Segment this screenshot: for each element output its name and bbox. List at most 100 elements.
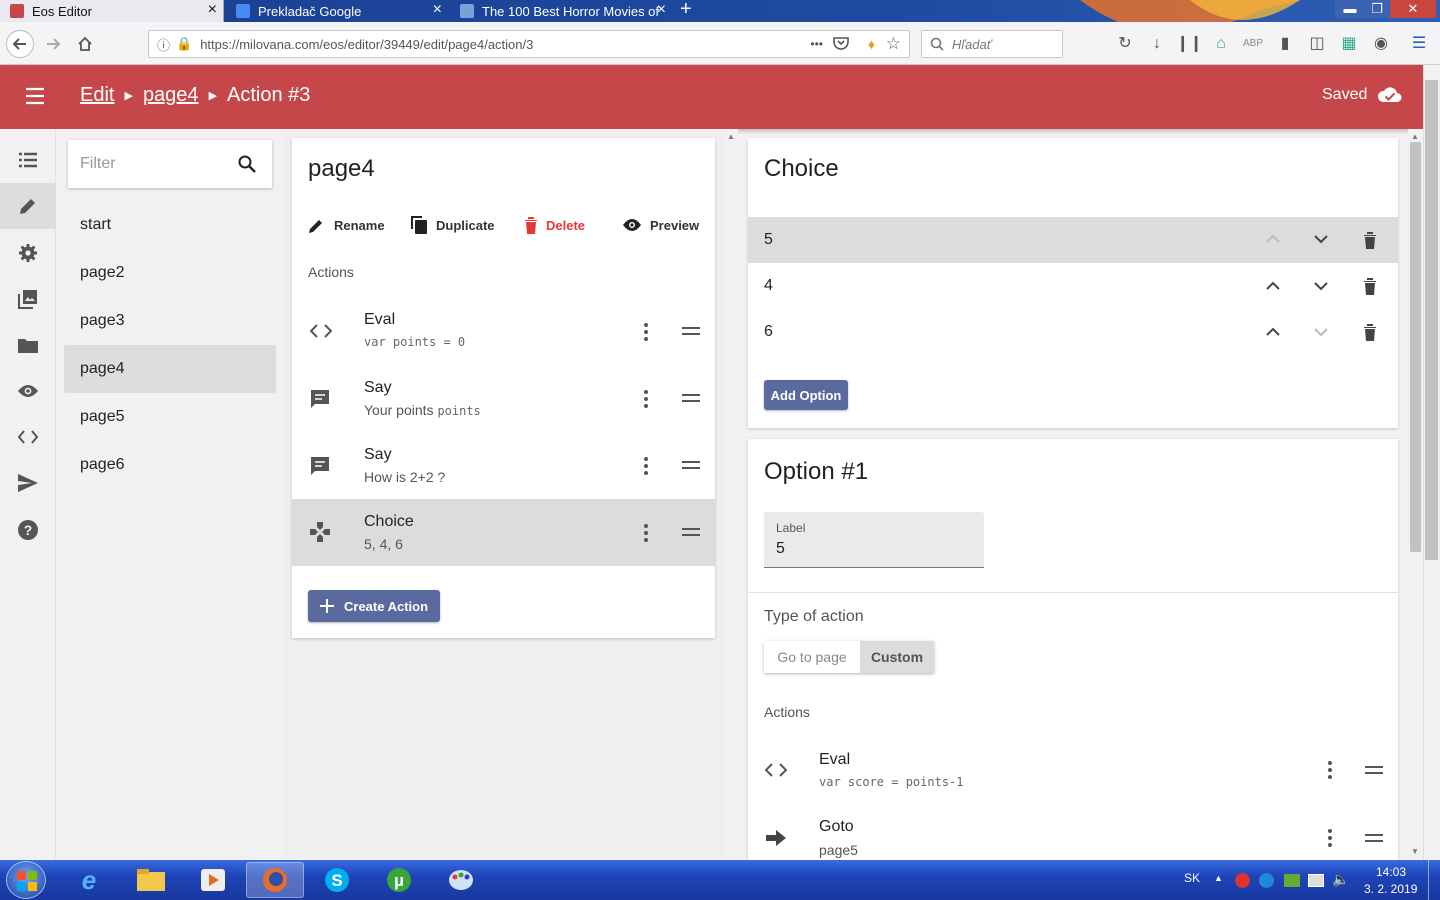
middle-scrollbar[interactable] — [724, 129, 738, 859]
home-button[interactable] — [72, 30, 98, 58]
breadcrumb-edit-link[interactable]: Edit — [80, 84, 114, 107]
trash-icon[interactable] — [1363, 277, 1377, 295]
option-action-row[interactable]: Goto page5 — [748, 806, 1398, 860]
choice-option-row[interactable]: 6 — [748, 309, 1398, 355]
option-action-row[interactable]: Eval var score = points-1 — [748, 738, 1398, 805]
page-item-page3[interactable]: page3 — [64, 297, 276, 345]
taskbar-skype-icon[interactable]: S — [308, 862, 366, 898]
more-vert-icon[interactable] — [642, 322, 650, 342]
choice-option-row-selected[interactable]: 5 — [748, 217, 1398, 263]
toggle-go-to-page[interactable]: Go to page — [764, 641, 860, 673]
trash-icon[interactable] — [1363, 231, 1377, 249]
page-item-page2[interactable]: page2 — [64, 249, 276, 297]
page-item-page5[interactable]: page5 — [64, 393, 276, 441]
choice-option-row[interactable]: 4 — [748, 263, 1398, 309]
tray-clock-time[interactable]: 14:03 — [1376, 865, 1406, 879]
filter-input[interactable]: Filter — [68, 140, 272, 188]
bookmark-star-icon[interactable]: ☆ — [886, 34, 901, 54]
drag-handle-icon[interactable] — [1365, 833, 1383, 843]
downloads-icon[interactable]: ↓ — [1144, 30, 1170, 58]
scroll-down-arrow-icon[interactable]: ▼ — [1411, 847, 1419, 856]
rail-settings-gear-icon[interactable] — [0, 230, 56, 276]
drag-handle-icon[interactable] — [682, 460, 700, 470]
forward-button[interactable] — [40, 30, 66, 58]
toggle-custom[interactable]: Custom — [860, 641, 934, 673]
drag-handle-icon[interactable] — [1365, 765, 1383, 775]
url-bar[interactable]: ⓘ 🔒 https://milovana.com/eos/editor/3944… — [148, 30, 910, 58]
hamburger-menu-icon[interactable] — [24, 86, 46, 111]
taskbar-firefox-icon[interactable] — [246, 862, 304, 898]
drag-handle-icon[interactable] — [682, 393, 700, 403]
pocket-icon[interactable] — [833, 36, 849, 53]
taskbar-media-player-icon[interactable] — [184, 862, 242, 898]
extension-icon[interactable]: ♦ — [868, 36, 875, 52]
tab-horror-movies[interactable]: The 100 Best Horror Movies of × — [450, 0, 672, 22]
extension-badge-icon[interactable]: ▦ — [1336, 30, 1362, 58]
delete-button[interactable]: Delete — [524, 214, 585, 236]
tray-bluetooth-icon[interactable] — [1259, 873, 1274, 888]
rail-folder-icon[interactable] — [0, 322, 56, 368]
search-input[interactable]: Hľadať — [921, 30, 1063, 58]
more-vert-icon[interactable] — [642, 389, 650, 409]
close-tab-icon[interactable]: × — [433, 1, 442, 19]
close-tab-icon[interactable]: × — [208, 1, 217, 19]
move-up-icon[interactable] — [1266, 327, 1280, 336]
tray-nvidia-icon[interactable] — [1284, 874, 1300, 887]
preview-button[interactable]: Preview — [622, 214, 699, 236]
tray-network-icon[interactable] — [1308, 874, 1324, 887]
page-item-page4[interactable]: page4 — [64, 345, 276, 393]
adblock-icon[interactable]: ABP — [1240, 30, 1266, 58]
restore-window-button[interactable]: ❐ — [1362, 0, 1392, 18]
sidebar-toggle-icon[interactable]: ◫ — [1304, 30, 1330, 58]
rail-gallery-icon[interactable] — [0, 276, 56, 322]
more-vert-icon[interactable] — [1326, 828, 1334, 848]
right-scroll-thumb[interactable] — [1410, 142, 1421, 552]
home-extension-icon[interactable]: ⌂ — [1208, 30, 1234, 58]
start-button[interactable] — [6, 861, 46, 899]
tray-volume-icon[interactable]: 🔈 — [1332, 871, 1349, 888]
drag-handle-icon[interactable] — [682, 326, 700, 336]
tray-antivirus-icon[interactable] — [1235, 873, 1250, 888]
duplicate-button[interactable]: Duplicate — [410, 214, 495, 236]
tray-expand-icon[interactable]: ▲ — [1214, 873, 1223, 883]
taskbar-utorrent-icon[interactable]: µ — [370, 862, 428, 898]
reload-icon[interactable]: ↻ — [1112, 30, 1138, 58]
page-item-page6[interactable]: page6 — [64, 441, 276, 489]
new-tab-button[interactable]: + — [680, 0, 692, 21]
taskbar-explorer-icon[interactable] — [122, 862, 180, 898]
language-indicator[interactable]: SK — [1184, 871, 1200, 885]
tray-clock-date[interactable]: 3. 2. 2019 — [1364, 882, 1417, 896]
taskbar-paint-icon[interactable] — [432, 862, 490, 898]
extension-glasses-icon[interactable]: ◉ — [1368, 30, 1394, 58]
move-down-icon[interactable] — [1314, 235, 1328, 244]
more-vert-icon[interactable] — [1326, 760, 1334, 780]
info-icon[interactable]: ⓘ — [157, 35, 170, 54]
scroll-up-arrow-icon[interactable]: ▲ — [1411, 132, 1419, 141]
rail-edit-pencil-icon[interactable] — [0, 183, 56, 229]
taskbar-ie-icon[interactable]: e — [60, 862, 118, 898]
rail-code-icon[interactable] — [0, 414, 56, 460]
show-desktop-button[interactable] — [1428, 860, 1440, 900]
close-tab-icon[interactable]: × — [657, 1, 666, 19]
tab-eos-editor[interactable]: Eos Editor × — [0, 0, 224, 22]
more-vert-icon[interactable] — [642, 523, 650, 543]
breadcrumb-page-link[interactable]: page4 — [143, 84, 199, 107]
rail-send-icon[interactable] — [0, 460, 56, 506]
action-row-selected[interactable]: Choice 5, 4, 6 — [292, 499, 715, 566]
back-button[interactable] — [6, 30, 34, 58]
minimize-window-button[interactable]: ▬ — [1335, 0, 1365, 18]
action-row[interactable]: Say Your points points — [292, 365, 715, 432]
add-option-button[interactable]: Add Option — [764, 380, 848, 410]
move-down-icon[interactable] — [1314, 282, 1328, 291]
browser-menu-icon[interactable]: ☰ — [1406, 30, 1432, 58]
action-row[interactable]: Say How is 2+2 ? — [292, 432, 715, 499]
rail-pages-list-icon[interactable] — [0, 137, 56, 183]
page-item-start[interactable]: start — [64, 201, 276, 249]
label-field[interactable]: Label 5 — [764, 512, 984, 568]
trash-icon[interactable] — [1363, 323, 1377, 341]
drag-handle-icon[interactable] — [682, 527, 700, 537]
rail-help-icon[interactable]: ? — [0, 507, 56, 553]
action-row[interactable]: Eval var points = 0 — [292, 298, 715, 365]
close-window-button[interactable]: ✕ — [1390, 0, 1436, 18]
create-action-button[interactable]: Create Action — [308, 590, 440, 622]
